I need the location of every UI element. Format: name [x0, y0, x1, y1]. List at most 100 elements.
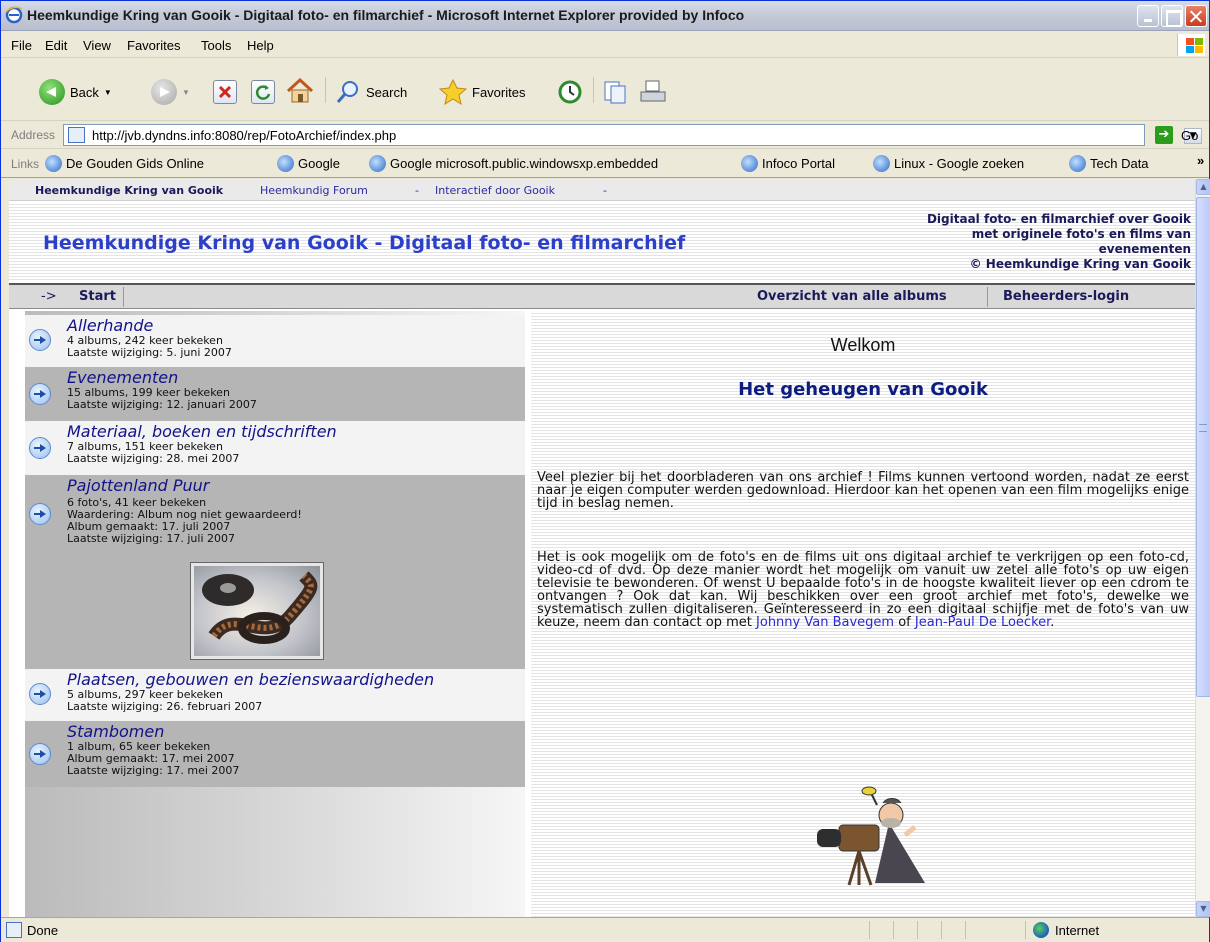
category-item[interactable]: Materiaal, boeken en tijdschriften 7 alb… [25, 421, 525, 475]
edit-page-icon[interactable] [603, 79, 627, 105]
browser-window: Heemkundige Kring van Gooik - Digitaal f… [0, 0, 1210, 942]
forum-link[interactable]: Heemkundig Forum [260, 184, 368, 197]
links-bar: Links De Gouden Gids Online Google Googl… [1, 150, 1209, 178]
category-info: Laatste wijziging: 26. februari 2007 [67, 700, 263, 713]
ie-page-icon [45, 155, 62, 172]
contact-link-jean-paul[interactable]: Jean-Paul De Loecker [915, 615, 1050, 630]
search-label: Search [366, 84, 408, 100]
links-more-chevron[interactable]: » [1197, 153, 1204, 168]
arrow-right-icon[interactable] [29, 383, 51, 405]
category-info: Laatste wijziging: 5. juni 2007 [67, 346, 232, 359]
status-text: Done [27, 923, 59, 938]
minimize-button[interactable] [1137, 5, 1159, 27]
address-bar: Address http://jvb.dyndns.info:8080/rep/… [1, 121, 1209, 149]
contact-link-johnny[interactable]: Johnny Van Bavegem [756, 615, 894, 630]
arrow-right-icon[interactable] [29, 743, 51, 765]
link-label: Infoco Portal [762, 156, 835, 171]
admin-login-link[interactable]: Beheerders-login [1003, 289, 1129, 304]
page-icon [68, 127, 85, 143]
title-bar[interactable]: Heemkundige Kring van Gooik - Digitaal f… [1, 1, 1209, 31]
forward-button[interactable]: ▼ [151, 79, 190, 105]
nav-separator: - [415, 184, 419, 197]
arrow-right-icon[interactable] [29, 329, 51, 351]
category-name[interactable]: Materiaal, boeken en tijdschriften [67, 422, 337, 441]
print-icon[interactable] [639, 79, 667, 105]
org-link[interactable]: Heemkundige Kring van Gooik [35, 184, 223, 197]
star-icon [439, 79, 467, 105]
or-text: of [898, 615, 911, 630]
link-infoco-portal[interactable]: Infoco Portal [741, 155, 835, 172]
ie-page-icon [369, 155, 386, 172]
stop-icon[interactable] [213, 80, 237, 104]
back-dropdown-icon[interactable]: ▼ [104, 88, 112, 97]
favorites-button[interactable]: Favorites [439, 79, 525, 105]
refresh-icon[interactable] [251, 80, 275, 104]
back-button[interactable]: Back ▼ [39, 79, 112, 105]
status-bar: Done Internet [1, 917, 1209, 942]
menu-file[interactable]: File [11, 38, 32, 53]
scroll-grip-icon [1199, 424, 1207, 432]
scroll-down-arrow-icon[interactable]: ▼ [1196, 901, 1210, 917]
description-line: met originele foto's en films van [971, 227, 1191, 241]
category-info: Laatste wijziging: 12. januari 2007 [67, 398, 257, 411]
menu-favorites[interactable]: Favorites [127, 38, 180, 53]
category-item[interactable]: Allerhande 4 albums, 242 keer bekeken La… [25, 315, 525, 367]
page-done-icon [6, 922, 22, 938]
search-button[interactable]: Search [335, 79, 407, 105]
link-gouden-gids[interactable]: De Gouden Gids Online [45, 155, 204, 172]
forward-dropdown-icon[interactable]: ▼ [182, 88, 190, 97]
nav-divider [987, 287, 988, 307]
back-label: Back [70, 84, 99, 100]
category-name[interactable]: Evenementen [67, 368, 178, 387]
category-item[interactable]: Plaatsen, gebouwen en bezienswaardighede… [25, 669, 525, 721]
nav-separator: - [603, 184, 607, 197]
maximize-button[interactable] [1161, 5, 1183, 27]
album-thumbnail[interactable] [190, 562, 324, 660]
links-label: Links [11, 157, 40, 171]
arrow-right-icon[interactable] [29, 683, 51, 705]
home-icon[interactable] [285, 77, 315, 105]
category-info: Laatste wijziging: 28. mei 2007 [67, 452, 240, 465]
go-arrow-icon[interactable]: ➔ [1155, 126, 1173, 144]
category-item[interactable]: Evenementen 15 albums, 199 keer bekeken … [25, 367, 525, 421]
menu-view[interactable]: View [83, 38, 111, 53]
link-label: De Gouden Gids Online [66, 156, 205, 171]
category-info: Laatste wijziging: 17. juli 2007 [67, 532, 235, 545]
albums-overview-link[interactable]: Overzicht van alle albums [757, 289, 947, 304]
page-viewport: Heemkundige Kring van Gooik Heemkundig F… [9, 179, 1195, 917]
category-item[interactable]: Stambomen 1 album, 65 keer bekeken Album… [25, 721, 525, 787]
breadcrumb-start[interactable]: Start [79, 289, 116, 304]
status-cell [917, 921, 941, 939]
arrow-right-icon[interactable] [29, 503, 51, 525]
intro-paragraph: Veel plezier bij het doorbladeren van on… [537, 470, 1189, 511]
description-line: © Heemkundige Kring van Gooik [969, 257, 1191, 271]
link-google-microsoft[interactable]: Google microsoft.public.windowsxp.embedd… [369, 155, 658, 172]
category-item[interactable]: Pajottenland Puur 6 foto's, 41 keer beke… [25, 475, 525, 669]
menu-help[interactable]: Help [247, 38, 274, 53]
history-icon[interactable] [557, 79, 583, 105]
menu-edit[interactable]: Edit [45, 38, 67, 53]
status-cell [869, 921, 893, 939]
scroll-thumb[interactable] [1196, 197, 1210, 697]
category-name[interactable]: Allerhande [67, 316, 153, 335]
status-cell [941, 921, 965, 939]
link-linux-google[interactable]: Linux - Google zoeken [873, 155, 1024, 172]
category-name[interactable]: Plaatsen, gebouwen en bezienswaardighede… [67, 670, 434, 689]
interactief-link[interactable]: Interactief door Gooik [435, 184, 555, 197]
link-google[interactable]: Google [277, 155, 340, 172]
arrow-right-icon[interactable] [29, 437, 51, 459]
category-name[interactable]: Stambomen [67, 722, 164, 741]
toolbar-separator [325, 77, 326, 103]
link-label: Linux - Google zoeken [894, 156, 1025, 171]
security-zone: Internet [1055, 923, 1100, 938]
go-button[interactable]: Go [1181, 128, 1198, 143]
address-url[interactable]: http://jvb.dyndns.info:8080/rep/FotoArch… [92, 128, 396, 143]
category-name[interactable]: Pajottenland Puur [67, 476, 209, 495]
close-button[interactable] [1185, 5, 1207, 27]
scroll-up-arrow-icon[interactable]: ▲ [1196, 179, 1210, 195]
nav-divider [123, 287, 124, 307]
menu-tools[interactable]: Tools [201, 38, 231, 53]
vertical-scrollbar[interactable]: ▲ ▼ [1195, 179, 1210, 917]
link-tech-data[interactable]: Tech Data [1069, 155, 1149, 172]
address-input[interactable]: http://jvb.dyndns.info:8080/rep/FotoArch… [63, 124, 1202, 146]
